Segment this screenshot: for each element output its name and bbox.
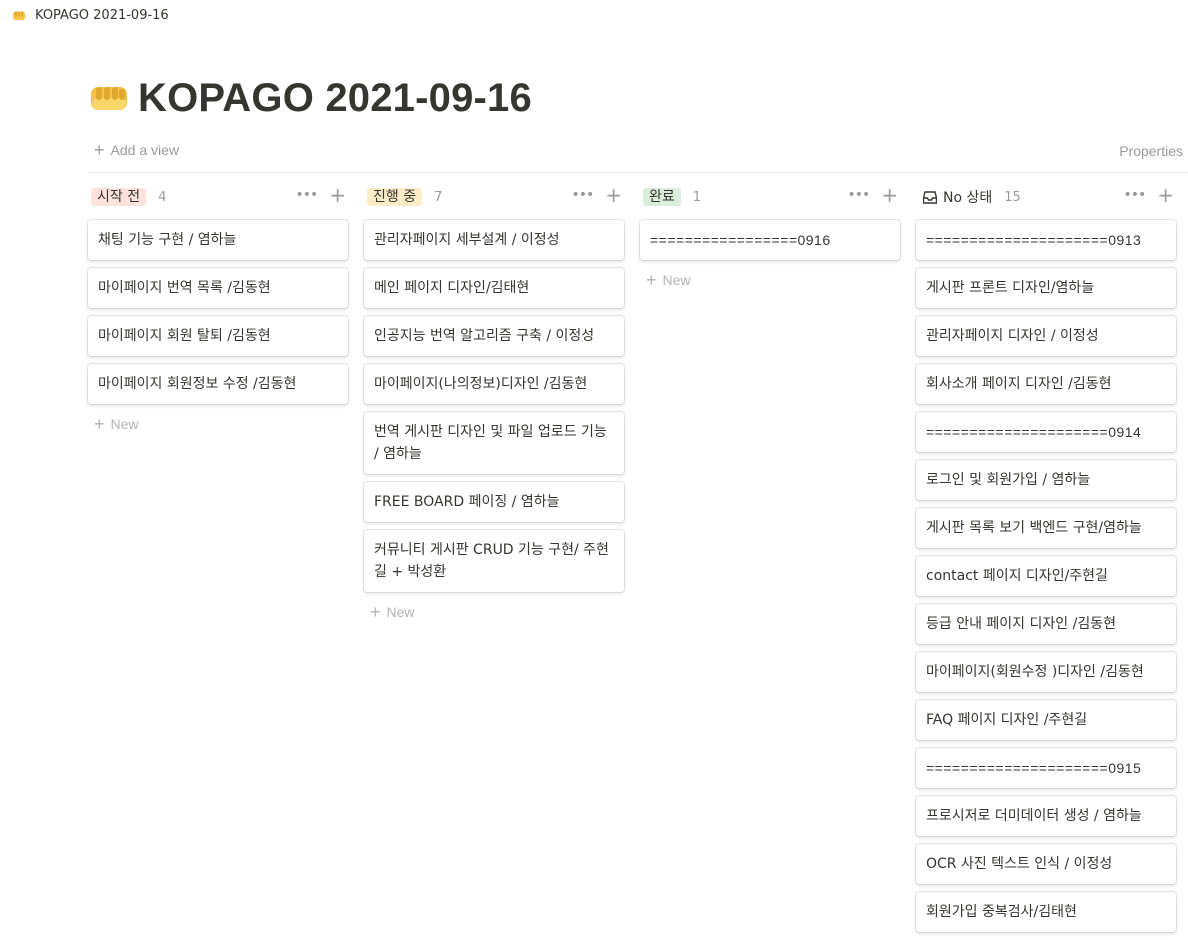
column-header[interactable]: 진행 중 7 ••• + <box>364 184 624 210</box>
view-bar: + Add a view Properties <box>88 140 1188 173</box>
add-view-button[interactable]: + Add a view <box>94 140 179 160</box>
column-count: 1 <box>692 189 702 205</box>
card-list: =====================0913 게시판 프론트 디자인/염하… <box>916 220 1176 932</box>
column-header[interactable]: 시작 전 4 ••• + <box>88 184 348 210</box>
board-card[interactable]: 관리자페이지 세부설계 / 이정성 <box>364 220 624 260</box>
plus-icon: + <box>94 414 105 434</box>
column-count: 4 <box>158 189 167 205</box>
board-card[interactable]: 마이페이지 회원정보 수정 /김동현 <box>88 364 348 404</box>
add-card-icon[interactable]: + <box>329 185 346 205</box>
column-actions: ••• + <box>571 185 622 205</box>
plus-icon: + <box>94 140 105 160</box>
board-card[interactable]: OCR 사진 텍스트 인식 / 이정성 <box>916 844 1176 884</box>
plus-icon: + <box>370 602 381 622</box>
add-view-label: Add a view <box>110 142 179 158</box>
breadcrumb[interactable]: KOPAGO 2021-09-16 <box>12 6 169 24</box>
board-column-not-started: 시작 전 4 ••• + 채팅 기능 구현 / 염하늘 마이페이지 번역 목록 … <box>88 184 348 436</box>
column-count: 15 <box>1004 189 1021 205</box>
board-card[interactable]: 등급 안내 페이지 디자인 /김동현 <box>916 604 1176 644</box>
board-card[interactable]: contact 페이지 디자인/주현길 <box>916 556 1176 596</box>
board-card[interactable]: 마이페이지(나의정보)디자인 /김동현 <box>364 364 624 404</box>
board-card[interactable]: 관리자페이지 디자인 / 이정성 <box>916 316 1176 356</box>
new-card-button[interactable]: + New <box>640 268 900 292</box>
board-card[interactable]: 게시판 목록 보기 백엔드 구현/염하늘 <box>916 508 1176 548</box>
board-column-no-status: No 상태 15 ••• + =====================0913… <box>916 184 1176 940</box>
board-card[interactable]: FAQ 페이지 디자인 /주현길 <box>916 700 1176 740</box>
status-tag[interactable]: 시작 전 <box>91 188 147 206</box>
column-actions: ••• + <box>847 185 898 205</box>
fist-emoji-icon <box>13 11 25 20</box>
breadcrumb-page-title[interactable]: KOPAGO 2021-09-16 <box>35 8 169 23</box>
column-header[interactable]: 완료 1 ••• + <box>640 184 900 210</box>
status-label: No 상태 <box>943 190 993 206</box>
board-card[interactable]: FREE BOARD 페이징 / 염하늘 <box>364 482 624 522</box>
board-card[interactable]: 마이페이지(회원수정 )디자인 /김동현 <box>916 652 1176 692</box>
card-list: =================0916 <box>640 220 900 260</box>
properties-button[interactable]: Properties <box>1119 143 1183 159</box>
board-card[interactable]: 회사소개 페이지 디자인 /김동현 <box>916 364 1176 404</box>
board-card[interactable]: 메인 페이지 디자인/김태현 <box>364 268 624 308</box>
board-card[interactable]: =====================0915 <box>916 748 1176 788</box>
new-label: New <box>662 272 691 288</box>
board-column-in-progress: 진행 중 7 ••• + 관리자페이지 세부설계 / 이정성 메인 페이지 디자… <box>364 184 624 624</box>
status-tag[interactable]: 완료 <box>643 188 681 206</box>
more-options-icon[interactable]: ••• <box>571 187 594 203</box>
fist-emoji-icon[interactable] <box>90 84 128 112</box>
add-card-icon[interactable]: + <box>605 185 622 205</box>
board-card[interactable]: 마이페이지 회원 탈퇴 /김동현 <box>88 316 348 356</box>
column-actions: ••• + <box>1123 185 1174 205</box>
board-column-done: 완료 1 ••• + =================0916 + New <box>640 184 900 292</box>
column-actions: ••• + <box>295 185 346 205</box>
board-card[interactable]: 회원가입 중복검사/김태현 <box>916 892 1176 932</box>
more-options-icon[interactable]: ••• <box>847 187 870 203</box>
board-card[interactable]: 로그인 및 회원가입 / 염하늘 <box>916 460 1176 500</box>
card-list: 관리자페이지 세부설계 / 이정성 메인 페이지 디자인/김태현 인공지능 번역… <box>364 220 624 592</box>
inbox-icon <box>923 190 937 204</box>
board-card[interactable]: 채팅 기능 구현 / 염하늘 <box>88 220 348 260</box>
add-card-icon[interactable]: + <box>881 185 898 205</box>
new-card-button[interactable]: + New <box>364 600 624 624</box>
board-card[interactable]: 프로시저로 더미데이터 생성 / 염하늘 <box>916 796 1176 836</box>
column-count: 7 <box>434 189 443 205</box>
status-tag[interactable]: 진행 중 <box>367 188 423 206</box>
board-card[interactable]: 번역 게시판 디자인 및 파일 업로드 기능 / 염하늘 <box>364 412 624 474</box>
board-card[interactable]: 게시판 프론트 디자인/염하늘 <box>916 268 1176 308</box>
page-title[interactable]: KOPAGO 2021-09-16 <box>138 76 532 121</box>
plus-icon: + <box>646 270 657 290</box>
more-options-icon[interactable]: ••• <box>295 187 318 203</box>
column-header[interactable]: No 상태 15 ••• + <box>916 184 1176 210</box>
card-list: 채팅 기능 구현 / 염하늘 마이페이지 번역 목록 /김동현 마이페이지 회원… <box>88 220 348 404</box>
board-card[interactable]: =================0916 <box>640 220 900 260</box>
page-header: KOPAGO 2021-09-16 <box>90 72 532 124</box>
more-options-icon[interactable]: ••• <box>1123 187 1146 203</box>
board-card[interactable]: 인공지능 번역 알고리즘 구축 / 이정성 <box>364 316 624 356</box>
new-label: New <box>110 416 139 432</box>
no-status-header[interactable]: No 상태 <box>916 187 992 207</box>
board-card[interactable]: 마이페이지 번역 목록 /김동현 <box>88 268 348 308</box>
board-card[interactable]: =====================0914 <box>916 412 1176 452</box>
new-label: New <box>386 604 415 620</box>
board-card[interactable]: 커뮤니티 게시판 CRUD 기능 구현/ 주현길 + 박성환 <box>364 530 624 592</box>
add-card-icon[interactable]: + <box>1157 185 1174 205</box>
board-card[interactable]: =====================0913 <box>916 220 1176 260</box>
new-card-button[interactable]: + New <box>88 412 348 436</box>
